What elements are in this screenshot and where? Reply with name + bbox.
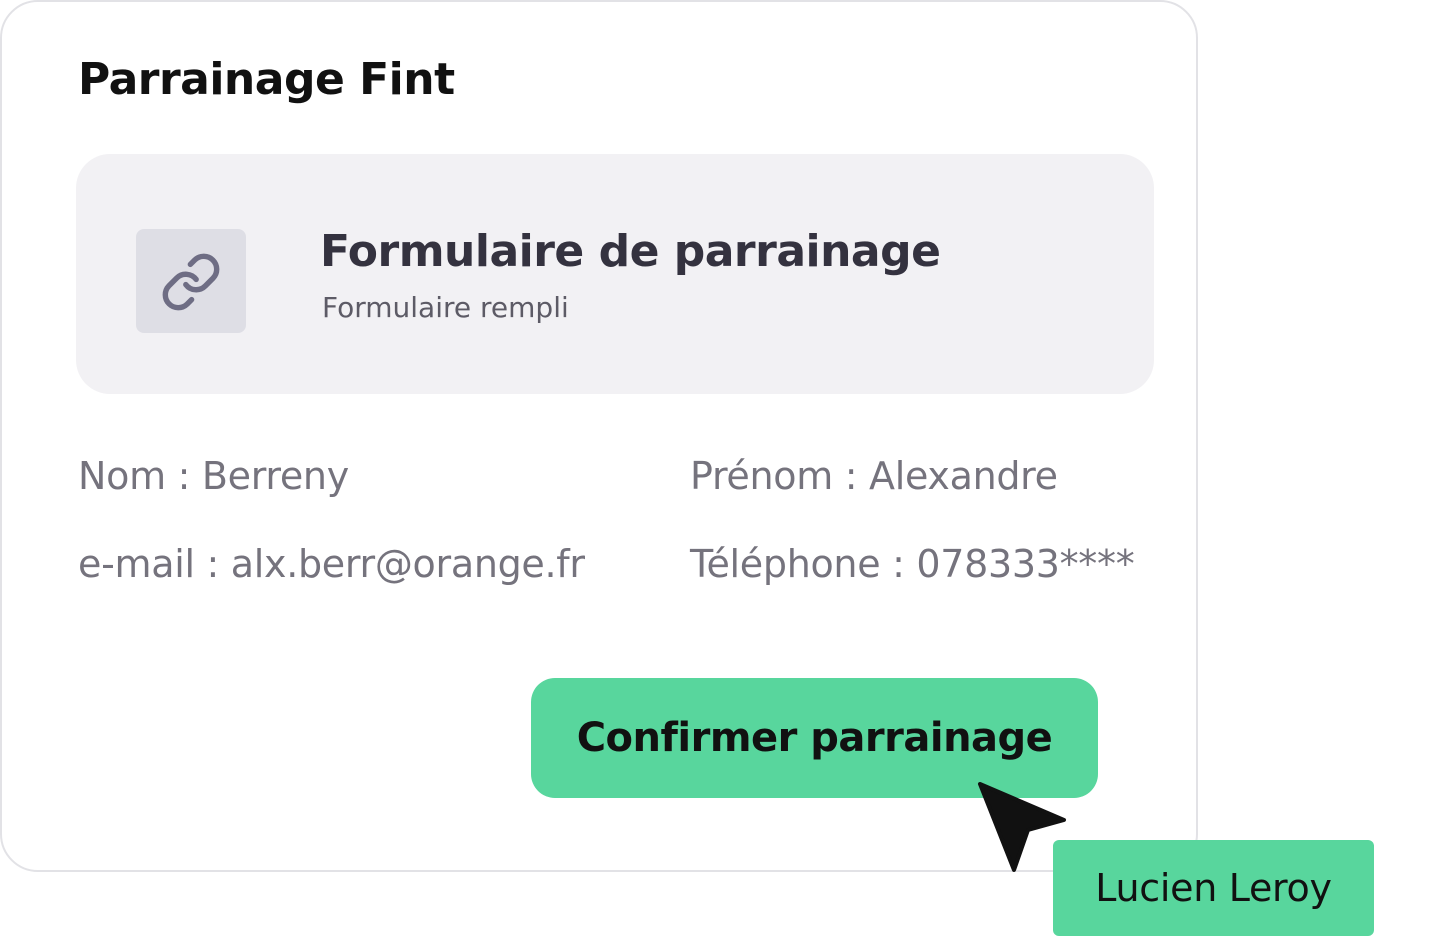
field-email: e-mail : alx.berr@orange.fr (78, 542, 585, 586)
field-telephone: Téléphone : 078333**** (690, 542, 1135, 586)
field-prenom: Prénom : Alexandre (690, 454, 1058, 498)
form-title: Formulaire de parrainage (320, 226, 941, 277)
link-icon (162, 253, 220, 311)
link-icon-tile (136, 229, 246, 333)
field-nom: Nom : Berreny (78, 454, 349, 498)
form-status: Formulaire rempli (322, 291, 569, 324)
card-title: Parrainage Fint (78, 54, 455, 105)
referral-form-panel[interactable]: Formulaire de parrainage Formulaire remp… (76, 154, 1154, 394)
confirm-referral-button[interactable]: Confirmer parrainage (531, 678, 1098, 798)
cursor-user-tag: Lucien Leroy (1053, 840, 1374, 936)
